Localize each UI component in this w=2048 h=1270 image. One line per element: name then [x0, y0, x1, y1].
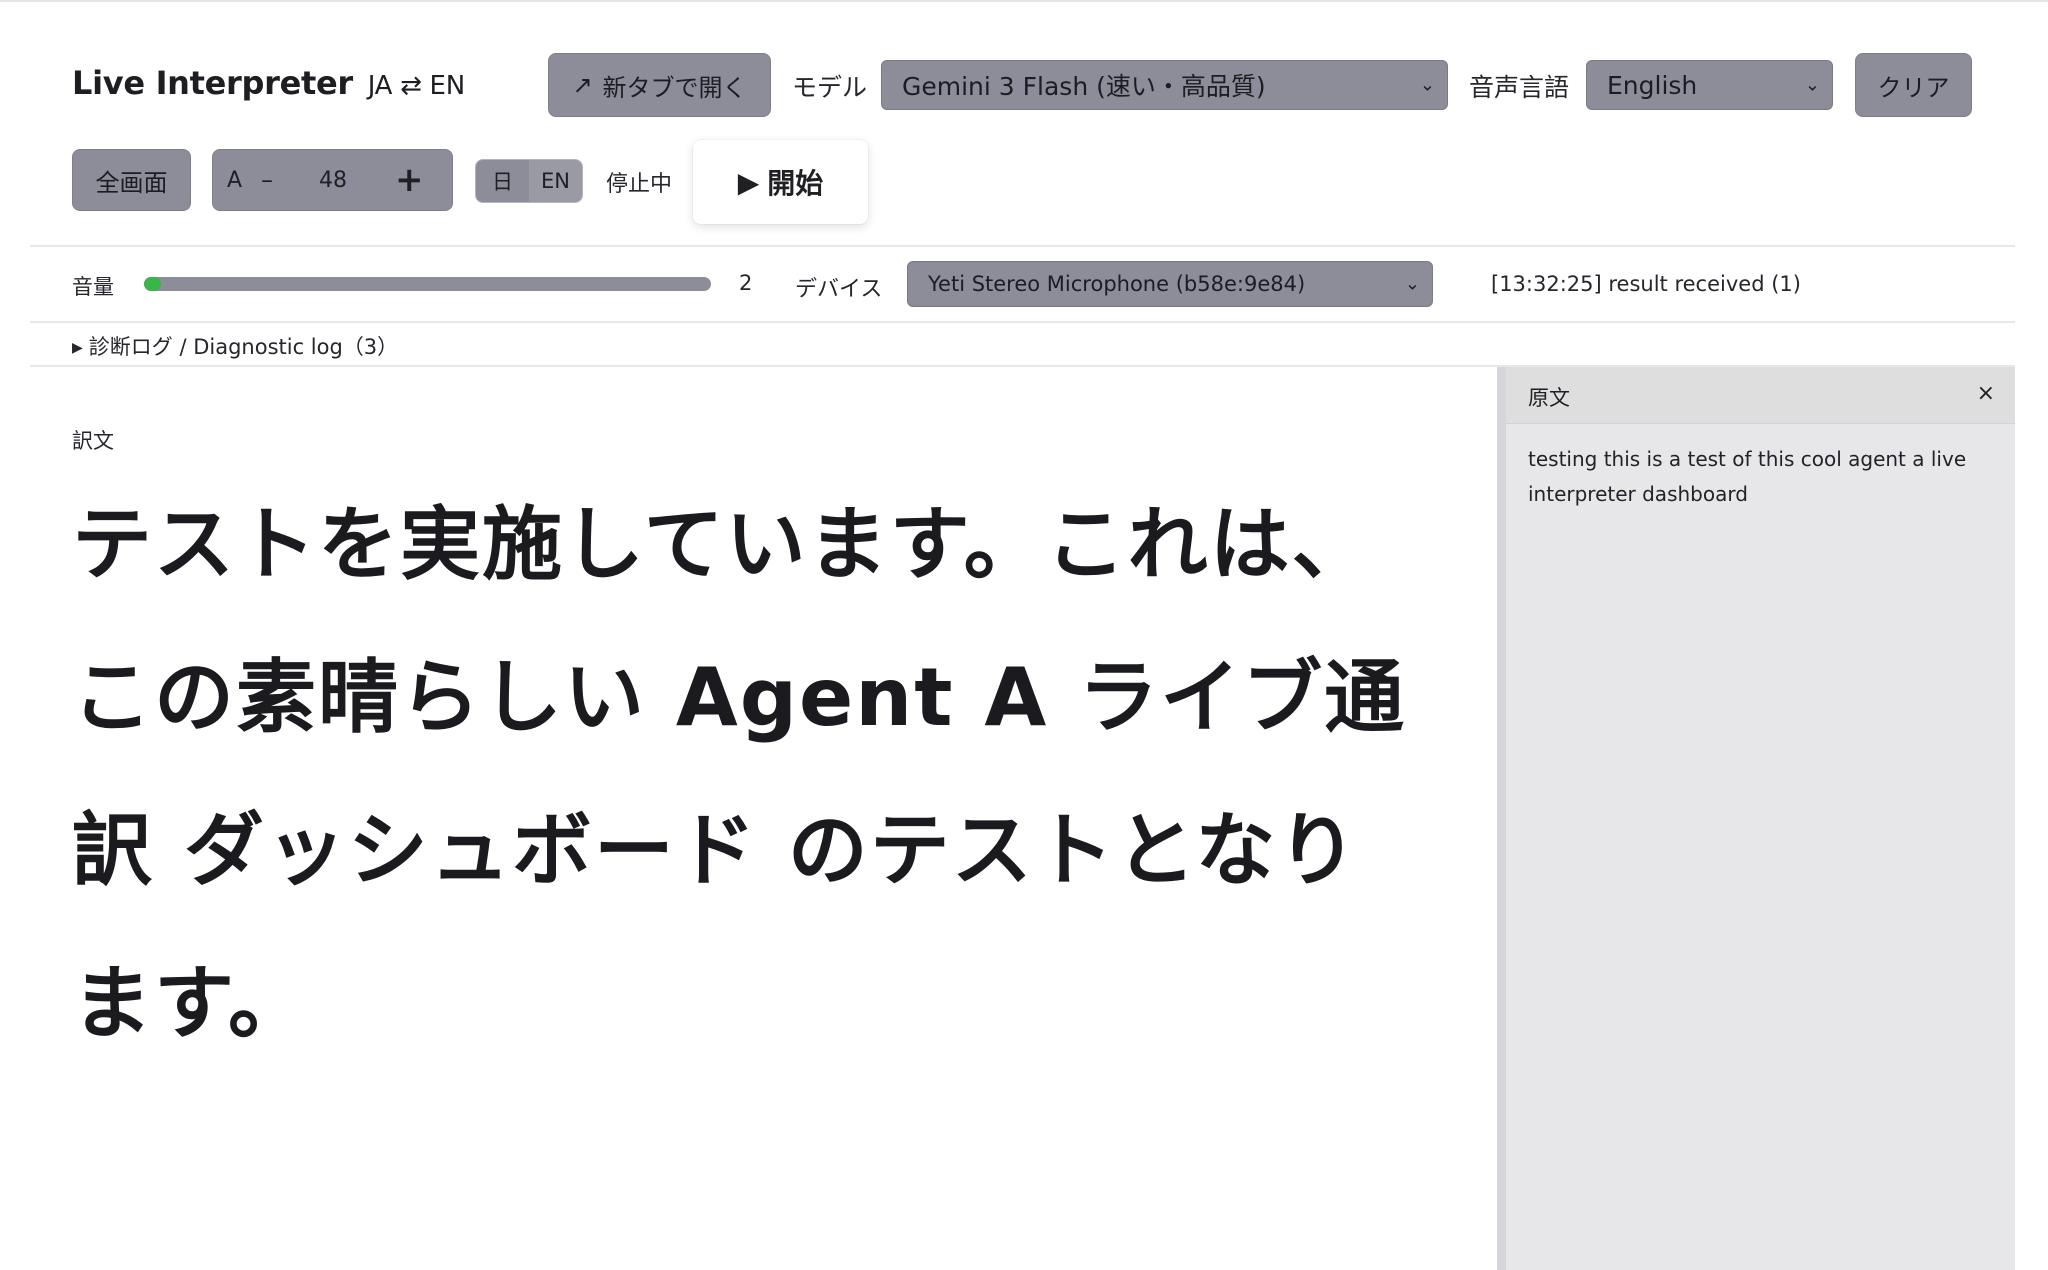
device-label: デバイス	[795, 277, 883, 302]
device-select-value: Yeti Stereo Microphone (b58e:9e84)	[928, 272, 1306, 296]
play-icon: ▶	[737, 165, 760, 199]
voice-language-value: English	[1607, 70, 1698, 100]
app-root: Live Interpreter JA ⇄ EN ↗ 新タブで開く モデル Ge…	[0, 0, 2048, 1270]
chevron-down-icon: ⌄	[1419, 74, 1435, 96]
device-select[interactable]: Yeti Stereo Microphone (b58e:9e84) ⌄	[907, 261, 1433, 307]
volume-value: 2	[739, 271, 753, 295]
font-size-control: A – 48 +	[212, 149, 453, 211]
fullscreen-button[interactable]: 全画面	[72, 149, 191, 211]
open-new-tab-label: 新タブで開く	[602, 73, 747, 102]
app-title-text: Live Interpreter	[72, 64, 353, 102]
diagnostic-log-toggle[interactable]: ▶ 診断ログ / Diagnostic log（3）	[72, 331, 398, 361]
source-panel-title: 原文	[1528, 386, 1570, 410]
open-new-tab-button[interactable]: ↗ 新タブで開く	[548, 53, 771, 117]
model-select-value: Gemini 3 Flash (速い・高品質)	[902, 72, 1266, 101]
chevron-down-icon: ⌄	[1804, 74, 1820, 96]
model-label: モデル	[792, 73, 868, 102]
direction-toggle: 日 EN	[475, 159, 583, 203]
external-link-icon: ↗	[572, 71, 593, 99]
clear-button[interactable]: クリア	[1855, 53, 1972, 117]
font-increase-button[interactable]: +	[395, 160, 424, 200]
translation-line: この素晴らしい Agent A ライブ通	[72, 651, 1407, 744]
voice-language-select[interactable]: English ⌄	[1586, 60, 1833, 110]
source-panel: 原文 × testing this is a test of this cool…	[1506, 367, 2015, 1270]
status-log-line: [13:32:25] result received (1)	[1491, 272, 1801, 296]
divider	[30, 245, 2015, 247]
translation-label: 訳文	[72, 429, 114, 453]
diagnostic-log-label: 診断ログ / Diagnostic log（3）	[88, 335, 399, 359]
model-select[interactable]: Gemini 3 Flash (速い・高品質) ⌄	[881, 60, 1448, 110]
voice-language-label: 音声言語	[1469, 73, 1570, 102]
font-size-value: 48	[319, 167, 347, 193]
font-size-icon: A	[227, 167, 243, 193]
translation-line: テストを実施しています。これは、	[72, 498, 1374, 591]
source-text: testing this is a test of this cool agen…	[1528, 447, 1967, 506]
direction-ja-option[interactable]: 日	[476, 160, 529, 202]
direction-en-option[interactable]: EN	[529, 160, 582, 202]
volume-meter-fill	[144, 277, 161, 291]
source-panel-header: 原文 ×	[1506, 367, 2015, 424]
chevron-down-icon: ⌄	[1404, 273, 1420, 295]
volume-label: 音量	[72, 275, 114, 299]
divider	[30, 321, 2015, 323]
status-text: 停止中	[606, 172, 673, 197]
source-panel-resize-handle[interactable]	[1497, 367, 1506, 1270]
font-decrease-button[interactable]: –	[261, 166, 291, 194]
volume-meter	[144, 277, 711, 291]
translation-line: 訳 ダッシュボード のテストとなり	[72, 804, 1360, 897]
translation-text: テストを実施しています。これは、 この素晴らしい Agent A ライブ通 訳 …	[72, 468, 1472, 1080]
translation-line: ます。	[72, 957, 310, 1050]
app-subtitle: JA ⇄ EN	[367, 71, 465, 101]
close-icon[interactable]: ×	[1977, 381, 1995, 406]
start-button[interactable]: ▶ 開始	[693, 140, 868, 224]
start-label: 開始	[767, 167, 824, 200]
disclosure-triangle-icon: ▶	[72, 340, 83, 356]
app-title: Live Interpreter JA ⇄ EN	[72, 64, 465, 102]
